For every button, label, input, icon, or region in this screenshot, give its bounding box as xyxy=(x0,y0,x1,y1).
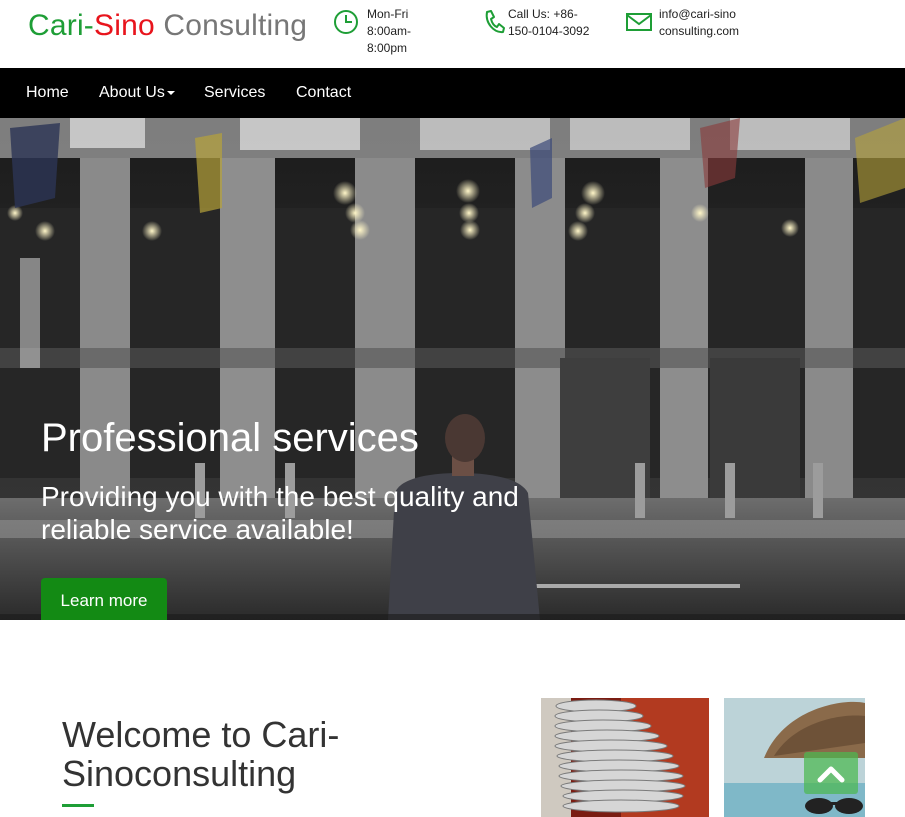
welcome-heading: Welcome to Cari- Sinoconsulting xyxy=(62,714,340,794)
nav-contact[interactable]: Contact xyxy=(296,68,351,118)
chevron-up-icon xyxy=(817,766,845,783)
nav-services[interactable]: Services xyxy=(204,68,265,118)
coins-image xyxy=(541,698,709,817)
logo-part-2: Sino xyxy=(94,9,155,42)
nav-about-us[interactable]: About Us xyxy=(99,68,175,118)
email-text[interactable]: info@cari-sino consulting.com xyxy=(659,6,739,40)
logo-part-1: Cari- xyxy=(28,9,94,42)
heading-underline xyxy=(62,804,94,807)
phone-icon xyxy=(485,10,505,34)
logo-part-3: Consulting xyxy=(154,9,308,42)
site-header: Cari-Sino Consulting Mon-Fri 8:00am- 8:0… xyxy=(0,0,905,68)
site-logo[interactable]: Cari-Sino Consulting xyxy=(28,9,307,43)
caret-down-icon xyxy=(166,90,175,95)
clock-icon xyxy=(334,10,358,34)
scroll-to-top-button[interactable] xyxy=(804,752,858,794)
hero-banner: Professional services Providing you with… xyxy=(0,118,905,620)
hero-subtitle: Providing you with the best quality and … xyxy=(41,481,519,545)
learn-more-button[interactable]: Learn more xyxy=(41,578,167,620)
main-nav: Home About Us Services Contact xyxy=(0,68,905,118)
hours-text: Mon-Fri 8:00am- 8:00pm xyxy=(367,7,412,55)
hero-title: Professional services xyxy=(41,416,419,460)
phone-text[interactable]: Call Us: +86- 150-0104-3092 xyxy=(508,6,589,40)
nav-about-label: About Us xyxy=(99,84,165,101)
nav-home[interactable]: Home xyxy=(26,68,69,118)
envelope-icon xyxy=(626,13,652,31)
